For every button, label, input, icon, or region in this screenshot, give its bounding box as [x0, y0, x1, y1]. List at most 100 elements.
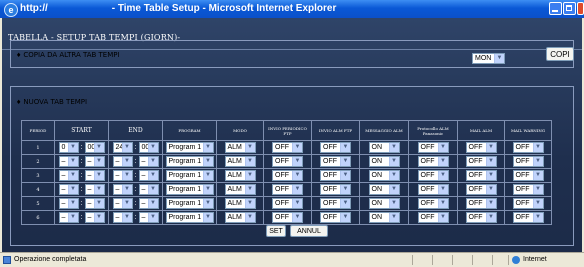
- mail-alm-select[interactable]: OFF ▼: [465, 142, 497, 153]
- invio-periodico-select[interactable]: OFF ▼: [272, 212, 303, 223]
- mail-warning-select[interactable]: OFF ▼: [512, 142, 544, 153]
- set-button[interactable]: SET: [266, 225, 286, 237]
- header-mail-warning: MAIL WARNING: [504, 120, 552, 141]
- start-hour-select[interactable]: 0 ▼: [58, 142, 79, 153]
- start-minute-select[interactable]: – ▼: [84, 212, 105, 223]
- invio-alm-select[interactable]: OFF ▼: [320, 156, 351, 167]
- start-minute-select[interactable]: 00 ▼: [84, 142, 105, 153]
- start-minute-select[interactable]: – ▼: [84, 156, 105, 167]
- invio-periodico-select[interactable]: OFF ▼: [272, 170, 303, 181]
- start-hour-select[interactable]: – ▼: [58, 170, 79, 181]
- end-minute-select[interactable]: – ▼: [138, 212, 159, 223]
- invio-periodico-select[interactable]: OFF ▼: [272, 198, 303, 209]
- end-hour-select[interactable]: – ▼: [112, 198, 133, 209]
- mail-warning-select[interactable]: OFF ▼: [512, 184, 544, 195]
- protocollo-select[interactable]: OFF ▼: [417, 142, 449, 153]
- mail-alm-select[interactable]: OFF ▼: [465, 198, 497, 209]
- program-select[interactable]: Program 1 ▼: [165, 170, 214, 181]
- invio-periodico-select[interactable]: OFF ▼: [272, 156, 303, 167]
- program-select[interactable]: Program 1 ▼: [165, 184, 214, 195]
- program-select[interactable]: Program 1 ▼: [165, 142, 214, 153]
- invio-alm-select[interactable]: OFF ▼: [320, 184, 351, 195]
- chevron-down-icon: ▼: [147, 157, 158, 166]
- start-hour-select[interactable]: – ▼: [58, 184, 79, 195]
- start-hour-select[interactable]: – ▼: [58, 212, 79, 223]
- chevron-down-icon: ▼: [437, 185, 448, 194]
- start-minute-select[interactable]: – ▼: [84, 198, 105, 209]
- chevron-down-icon: ▼: [244, 185, 255, 194]
- modo-select[interactable]: ALM ▼: [224, 170, 256, 181]
- invio-alm-select[interactable]: OFF ▼: [320, 142, 351, 153]
- protocollo-select[interactable]: OFF ▼: [417, 184, 449, 195]
- modo-select[interactable]: ALM ▼: [224, 198, 256, 209]
- table-row: 3– ▼: – ▼ – ▼: – ▼ Program 1 ▼ ALM ▼ OFF ▼ OFF ▼ ON ▼ OFF ▼…: [21, 168, 552, 183]
- end-minute-select[interactable]: – ▼: [138, 170, 159, 181]
- modo-select[interactable]: ALM ▼: [224, 184, 256, 195]
- modo-select[interactable]: ALM ▼: [224, 142, 256, 153]
- invio-alm-select[interactable]: OFF ▼: [320, 212, 351, 223]
- end-minute-select[interactable]: – ▼: [138, 198, 159, 209]
- end-minute-select[interactable]: 00 ▼: [138, 142, 159, 153]
- table-row: 5– ▼: – ▼ – ▼: – ▼ Program 1 ▼ ALM ▼ OFF ▼ OFF ▼ ON ▼ OFF ▼…: [21, 196, 552, 211]
- chevron-down-icon: ▼: [532, 185, 543, 194]
- invio-alm-select[interactable]: OFF ▼: [320, 170, 351, 181]
- modo-select[interactable]: ALM ▼: [224, 212, 256, 223]
- messaggio-select[interactable]: ON ▼: [368, 184, 400, 195]
- program-select[interactable]: Program 1 ▼: [165, 198, 214, 209]
- maximize-button[interactable]: [563, 2, 576, 15]
- program-select[interactable]: Program 1 ▼: [165, 212, 214, 223]
- page-icon: [3, 256, 11, 264]
- copy-button[interactable]: COPI: [546, 47, 574, 61]
- period-cell: 2: [21, 154, 55, 169]
- header-protocollo: Protocollo ALM Panasonic: [408, 120, 458, 141]
- end-hour-select[interactable]: – ▼: [112, 184, 133, 195]
- close-button[interactable]: [577, 2, 584, 15]
- messaggio-select[interactable]: ON ▼: [368, 170, 400, 181]
- chevron-down-icon: ▼: [202, 213, 213, 222]
- mail-warning-select[interactable]: OFF ▼: [512, 198, 544, 209]
- end-minute-select[interactable]: – ▼: [138, 184, 159, 195]
- messaggio-select[interactable]: ON ▼: [368, 212, 400, 223]
- annul-button[interactable]: ANNUL: [290, 225, 328, 237]
- mail-alm-select[interactable]: OFF ▼: [465, 184, 497, 195]
- chevron-down-icon: ▼: [292, 143, 302, 152]
- messaggio-select[interactable]: ON ▼: [368, 198, 400, 209]
- mail-alm-select[interactable]: OFF ▼: [465, 156, 497, 167]
- security-zone: Internet: [523, 256, 547, 263]
- program-select[interactable]: Program 1 ▼: [165, 156, 214, 167]
- modo-select[interactable]: ALM ▼: [224, 156, 256, 167]
- protocollo-select[interactable]: OFF ▼: [417, 170, 449, 181]
- end-minute-select[interactable]: – ▼: [138, 156, 159, 167]
- end-hour-select[interactable]: 24 ▼: [112, 142, 133, 153]
- mail-warning-select[interactable]: OFF ▼: [512, 170, 544, 181]
- chevron-down-icon: ▼: [437, 171, 448, 180]
- messaggio-select[interactable]: ON ▼: [368, 156, 400, 167]
- messaggio-select[interactable]: ON ▼: [368, 142, 400, 153]
- start-minute-select[interactable]: – ▼: [84, 170, 105, 181]
- end-hour-select[interactable]: – ▼: [112, 212, 133, 223]
- protocollo-select[interactable]: OFF ▼: [417, 156, 449, 167]
- chevron-down-icon: ▼: [437, 199, 448, 208]
- protocollo-select[interactable]: OFF ▼: [417, 212, 449, 223]
- end-hour-select[interactable]: – ▼: [112, 170, 133, 181]
- minimize-button[interactable]: [549, 2, 562, 15]
- copy-day-select[interactable]: MON ▼: [472, 53, 505, 64]
- schedule-table: PERIOD START END PROGRAM MODO INVIO PERI…: [21, 120, 552, 225]
- protocollo-select[interactable]: OFF ▼: [417, 198, 449, 209]
- mail-warning-select[interactable]: OFF ▼: [512, 156, 544, 167]
- chevron-down-icon: ▼: [121, 185, 132, 194]
- invio-periodico-select[interactable]: OFF ▼: [272, 184, 303, 195]
- mail-alm-select[interactable]: OFF ▼: [465, 170, 497, 181]
- start-minute-select[interactable]: – ▼: [84, 184, 105, 195]
- chevron-down-icon: ▼: [292, 157, 302, 166]
- chevron-down-icon: ▼: [532, 171, 543, 180]
- end-hour-select[interactable]: – ▼: [112, 156, 133, 167]
- mail-alm-select[interactable]: OFF ▼: [465, 212, 497, 223]
- invio-alm-select[interactable]: OFF ▼: [320, 198, 351, 209]
- start-hour-select[interactable]: – ▼: [58, 198, 79, 209]
- invio-periodico-select[interactable]: OFF ▼: [272, 142, 303, 153]
- mail-warning-select[interactable]: OFF ▼: [512, 212, 544, 223]
- window-titlebar[interactable]: e http:// - Time Table Setup - Microsoft…: [0, 0, 584, 18]
- chevron-down-icon: ▼: [388, 213, 399, 222]
- start-hour-select[interactable]: – ▼: [58, 156, 79, 167]
